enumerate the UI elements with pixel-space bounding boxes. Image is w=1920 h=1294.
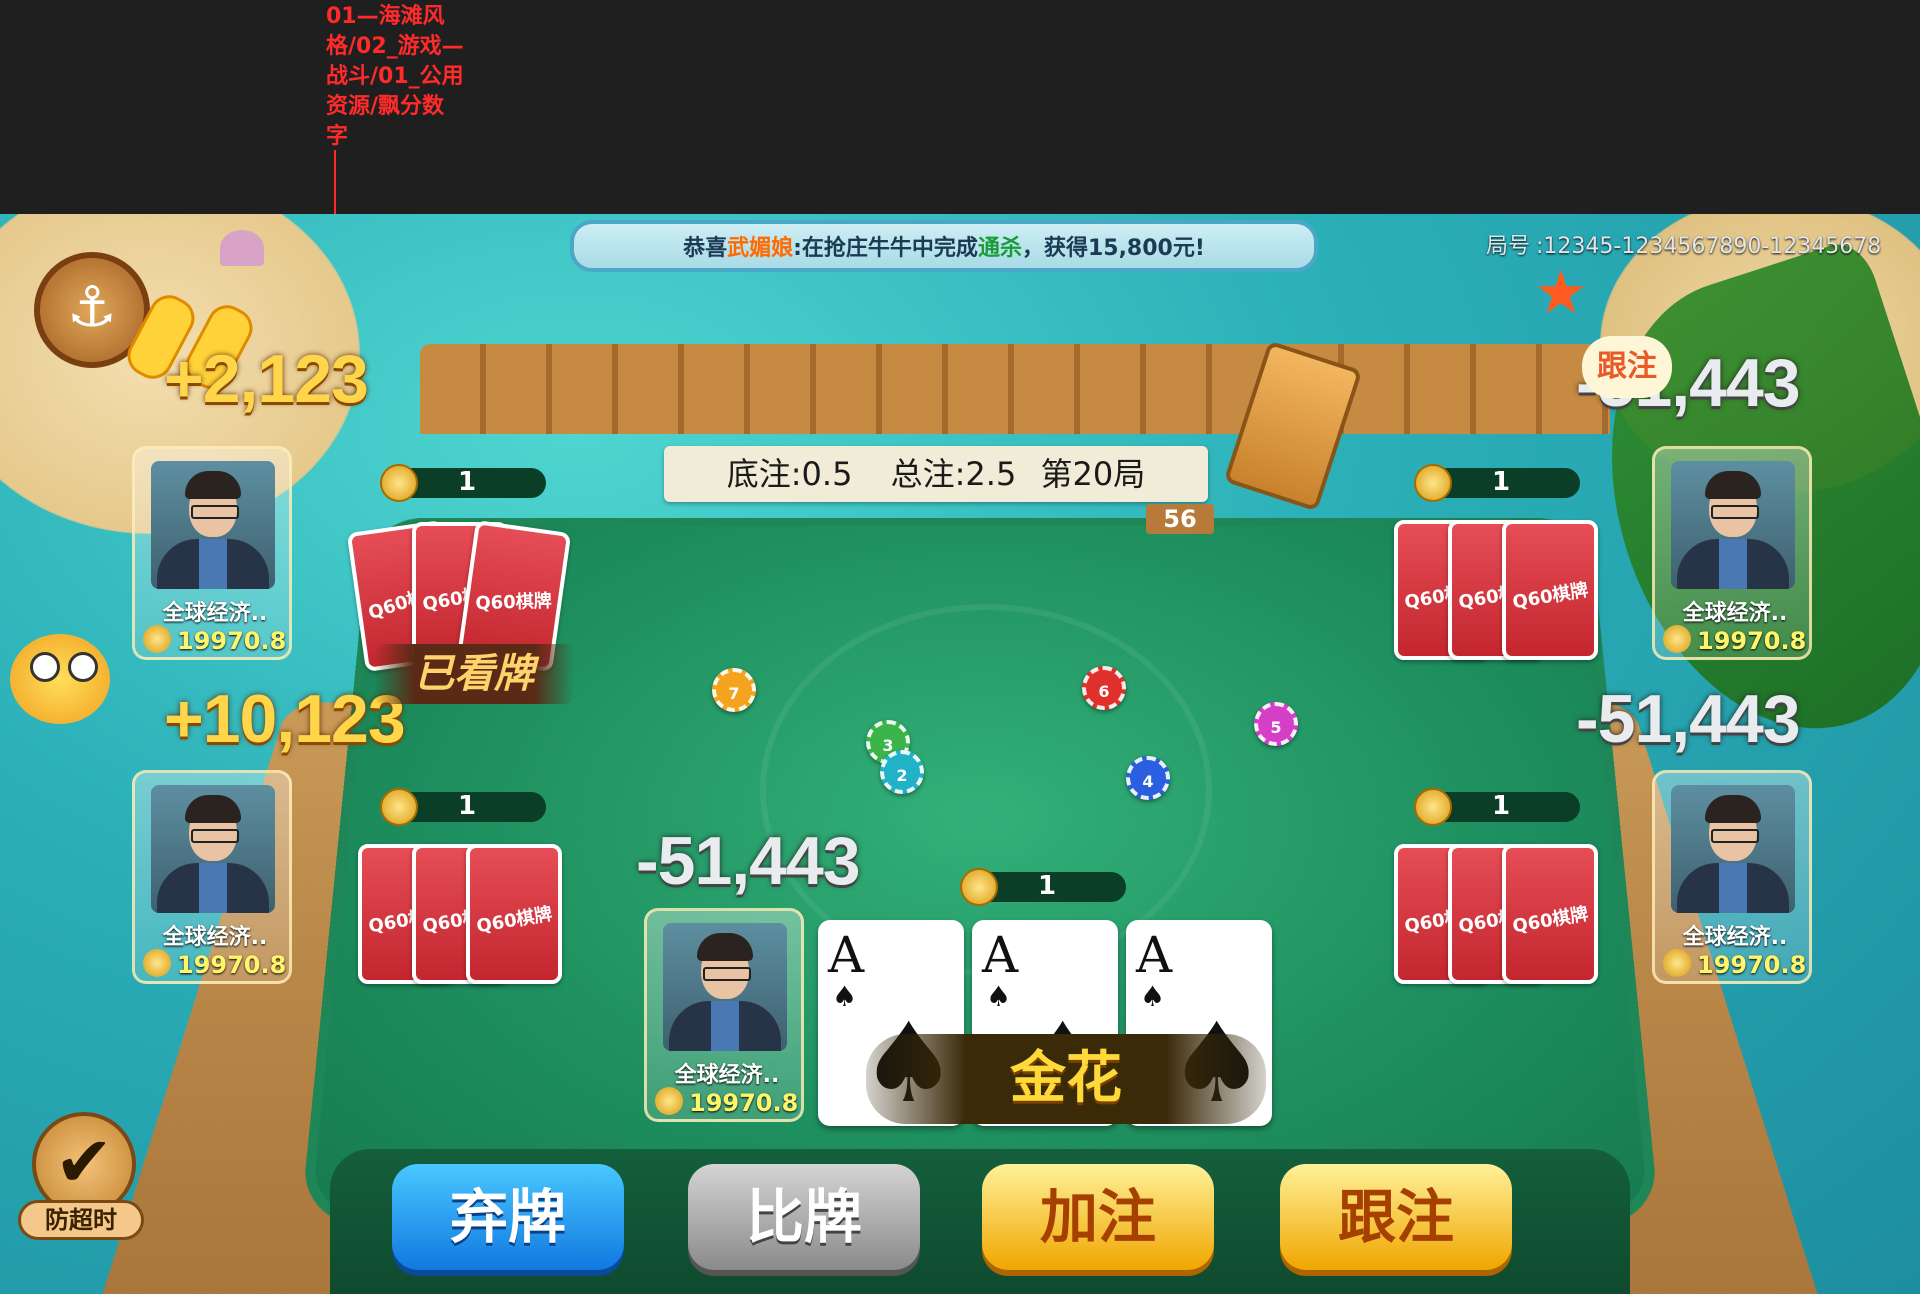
coin-icon	[380, 788, 418, 826]
spade-icon: ♠	[832, 980, 858, 1013]
bet-value: 1	[1038, 871, 1057, 901]
score-popup-mid-left: +10,123	[164, 681, 406, 757]
call-button[interactable]: 跟注	[1280, 1164, 1512, 1270]
avatar	[151, 461, 275, 589]
avatar	[663, 923, 787, 1051]
card-rank: A	[828, 926, 865, 984]
player-name: 全球经济..	[1682, 601, 1788, 626]
bet-value: 1	[1492, 791, 1511, 821]
player-balance: 19970.8	[177, 627, 287, 655]
top-annotation-bar	[0, 0, 1920, 214]
player-name: 全球经济..	[1682, 925, 1788, 950]
bet-value: 1	[1492, 467, 1511, 497]
coin-icon	[380, 464, 418, 502]
card-back: Q60棋牌	[1502, 520, 1598, 660]
spade-icon: ♠	[1140, 980, 1166, 1013]
bet-amount-self: 1	[960, 868, 1126, 906]
pot-chip: 2	[880, 750, 924, 794]
pot-chip: 4	[1126, 756, 1170, 800]
spade-icon: ♠	[986, 980, 1012, 1013]
round-number-label: 局号	[1486, 234, 1531, 259]
player-seat-top-right[interactable]: 全球经济.. 19970.8	[1652, 446, 1812, 660]
card-rank: A	[982, 926, 1019, 984]
pufferfish-icon	[10, 634, 110, 724]
hand-type-badge: 金花	[866, 1034, 1266, 1124]
card-rank: A	[1136, 926, 1173, 984]
player-name: 全球经济..	[162, 601, 268, 626]
player-seat-self[interactable]: 全球经济.. 19970.8	[644, 908, 804, 1122]
notice-suffix: ，获得15,800元!	[1021, 236, 1205, 261]
speech-bubble: 跟注	[1582, 336, 1672, 398]
bet-value: 1	[458, 467, 477, 497]
player-name: 全球经济..	[162, 925, 268, 950]
shell-icon	[220, 230, 264, 266]
round-number-value: :12345-1234567890-12345678	[1536, 234, 1882, 259]
avatar	[1671, 785, 1795, 913]
starfish-icon: ★	[1534, 258, 1588, 328]
score-popup-self: -51,443	[636, 823, 861, 899]
notice-kill: 通杀	[977, 236, 1022, 261]
seen-cards-badge: 已看牌	[374, 644, 574, 704]
raise-button[interactable]: 加注	[982, 1164, 1214, 1270]
avatar	[1671, 461, 1795, 589]
bet-amount-top-right: 1	[1414, 464, 1580, 502]
card-back: Q60棋牌	[466, 844, 562, 984]
pot-chip: 7	[712, 668, 756, 712]
avatar	[151, 785, 275, 913]
round-number: 局号:12345-1234567890-12345678	[1486, 228, 1881, 260]
bet-amount-top-left: 1	[380, 464, 546, 502]
notice-player-name: 武媚娘	[727, 236, 794, 261]
pot-chip: 5	[1254, 702, 1298, 746]
player-name: 全球经济..	[674, 1063, 780, 1088]
player-balance: 19970.8	[177, 951, 287, 979]
pot-chip: 6	[1082, 666, 1126, 710]
wooden-fence	[420, 344, 1610, 434]
game-scene: ⚓ ★ 恭喜 武媚娘 :在抢庄牛牛中完成 通杀 ，获得15,800元! 局号:1…	[0, 214, 1920, 1294]
score-popup-mid-right: -51,443	[1576, 681, 1801, 757]
broadcast-notice: 恭喜 武媚娘 :在抢庄牛牛中完成 通杀 ，获得15,800元!	[570, 220, 1318, 272]
bet-value: 1	[458, 791, 477, 821]
timeout-protect-toggle[interactable]: ✔ 防超时	[18, 1112, 144, 1242]
fold-button[interactable]: 弃牌	[392, 1164, 624, 1270]
coin-icon	[1414, 788, 1452, 826]
bet-amount-mid-left: 1	[380, 788, 546, 826]
coin-icon	[1414, 464, 1452, 502]
card-back: Q60棋牌	[1502, 844, 1598, 984]
player-seat-top-left[interactable]: 全球经济.. 19970.8	[132, 446, 292, 660]
notice-prefix: 恭喜	[683, 236, 728, 261]
base-bet: 底注:0.5	[726, 455, 853, 493]
asset-path-annotation: 01—海滩风格/02_游戏—战斗/01_公用资源/飘分数字	[326, 4, 464, 149]
coin-icon	[960, 868, 998, 906]
player-seat-mid-left[interactable]: 全球经济.. 19970.8	[132, 770, 292, 984]
bet-amount-mid-right: 1	[1414, 788, 1580, 826]
timeout-label: 防超时	[18, 1200, 144, 1240]
player-balance: 19970.8	[689, 1089, 799, 1117]
player-seat-mid-right[interactable]: 全球经济.. 19970.8	[1652, 770, 1812, 984]
player-balance: 19970.8	[1697, 627, 1807, 655]
deck-count: 56	[1146, 504, 1214, 534]
notice-middle: :在抢庄牛牛中完成	[793, 236, 978, 261]
table-info-banner: 底注:0.5 总注:2.5 第20局	[664, 446, 1208, 502]
compare-button[interactable]: 比牌	[688, 1164, 920, 1270]
round-count: 第20局	[1040, 455, 1146, 493]
player-balance: 19970.8	[1697, 951, 1807, 979]
total-bet: 总注:2.5	[890, 455, 1017, 493]
score-popup-top-left: +2,123	[164, 341, 369, 417]
